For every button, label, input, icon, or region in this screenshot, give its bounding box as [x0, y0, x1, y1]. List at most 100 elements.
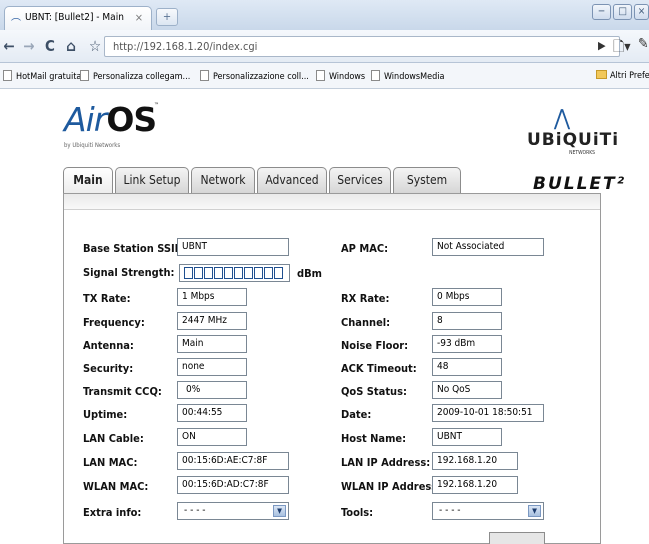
signal-bar — [184, 267, 193, 279]
ack-timeout-label: ACK Timeout: — [341, 362, 417, 375]
date-value: 2009-10-01 18:50:51 — [432, 404, 544, 422]
tab-services[interactable]: Services — [329, 167, 391, 193]
bottom-button-partial[interactable] — [489, 532, 545, 544]
go-arrow-icon[interactable]: ▶ — [598, 39, 606, 52]
ap-mac-value: Not Associated — [432, 238, 544, 256]
tab-advanced[interactable]: Advanced — [257, 167, 327, 193]
airos-logo: AirOS ™ by Ubiquiti Networks — [64, 100, 160, 150]
tab-main[interactable]: Main — [63, 167, 113, 194]
wlan-ip-label: WLAN IP Address: — [341, 480, 442, 493]
frequency-value: 2447 MHz — [177, 312, 247, 330]
ubiquiti-logo: ⋀ UBiQUiTi NETWORKS — [527, 106, 620, 157]
ubiquiti-logo-sub: NETWORKS — [569, 150, 595, 156]
bookmark-windowsmedia[interactable]: WindowsMedia — [371, 70, 444, 82]
host-name-value: UBNT — [432, 428, 502, 446]
tab-link-setup[interactable]: Link Setup — [115, 167, 189, 193]
date-label: Date: — [341, 408, 372, 421]
tab-close-icon[interactable]: × — [135, 11, 143, 24]
page-icon — [316, 70, 325, 81]
bookmark-personalizzazione-coll[interactable]: Personalizzazione coll... — [200, 70, 309, 82]
transmit-ccq-value: 0% — [177, 381, 247, 399]
tab-title: UBNT: [Bullet2] - Main — [25, 12, 124, 23]
airos-logo-subtitle: by Ubiquiti Networks — [64, 142, 121, 149]
browser-tab[interactable]: ︵ UBNT: [Bullet2] - Main × — [4, 6, 152, 30]
signal-unit: dBm — [297, 267, 322, 280]
wlan-ip-value: 192.168.1.20 — [432, 476, 518, 494]
wlan-mac-value: 00:15:6D:AD:C7:8F — [177, 476, 289, 494]
signal-bar — [244, 267, 253, 279]
close-window-button[interactable]: × — [634, 4, 649, 20]
tab-system[interactable]: System — [393, 167, 461, 193]
signal-strength-label: Signal Strength: — [83, 266, 175, 279]
panel-header-strip — [64, 194, 600, 210]
minimize-button[interactable]: − — [592, 4, 611, 20]
ubnt-favicon-icon: ︵ — [11, 12, 21, 23]
antenna-icon: ⋀ — [553, 106, 571, 131]
page-icon — [3, 70, 12, 81]
lan-cable-label: LAN Cable: — [83, 432, 144, 445]
wrench-icon[interactable]: ✎ — [638, 36, 649, 52]
uptime-value: 00:44:55 — [177, 404, 247, 422]
tools-select[interactable]: - - - - ▼ — [432, 502, 544, 520]
url-text: http://192.168.1.20/index.cgi — [113, 40, 258, 53]
page-icon — [371, 70, 380, 81]
uptime-label: Uptime: — [83, 408, 128, 421]
lan-ip-label: LAN IP Address: — [341, 456, 431, 469]
noise-floor-value: -93 dBm — [432, 335, 502, 353]
page-icon — [200, 70, 209, 81]
tab-network[interactable]: Network — [191, 167, 255, 193]
signal-bar — [234, 267, 243, 279]
lan-mac-label: LAN MAC: — [83, 456, 138, 469]
tools-selected: - - - - — [439, 505, 461, 516]
antenna-label: Antenna: — [83, 339, 134, 352]
folder-icon — [596, 70, 607, 79]
bookmark-windows[interactable]: Windows — [316, 70, 365, 82]
tx-rate-label: TX Rate: — [83, 292, 131, 305]
lan-ip-value: 192.168.1.20 — [432, 452, 518, 470]
address-bar[interactable]: http://192.168.1.20/index.cgi — [104, 36, 620, 57]
other-bookmarks-folder[interactable]: Altri Prefe — [596, 70, 649, 81]
frequency-label: Frequency: — [83, 316, 145, 329]
antenna-value: Main — [177, 335, 247, 353]
back-arrow-icon[interactable]: ← — [0, 37, 18, 55]
bookmark-personalizza-collegam[interactable]: Personalizza collegam... — [80, 70, 190, 82]
host-name-label: Host Name: — [341, 432, 407, 445]
qos-status-label: QoS Status: — [341, 385, 407, 398]
signal-bar — [204, 267, 213, 279]
bookmark-hotmail[interactable]: HotMail gratuita — [3, 70, 81, 82]
rx-rate-value: 0 Mbps — [432, 288, 502, 306]
qos-status-value: No QoS — [432, 381, 502, 399]
tools-label: Tools: — [341, 506, 374, 519]
reload-icon[interactable]: C — [41, 37, 59, 55]
tx-rate-value: 1 Mbps — [177, 288, 247, 306]
extra-info-label: Extra info: — [83, 506, 142, 519]
bullet-product-logo: BULLET² — [533, 174, 627, 194]
security-value: none — [177, 358, 247, 376]
signal-bar — [224, 267, 233, 279]
new-tab-button[interactable]: + — [156, 8, 178, 26]
trademark-symbol: ™ — [154, 102, 160, 109]
page-icon — [80, 70, 89, 81]
lan-cable-value: ON — [177, 428, 247, 446]
wlan-mac-label: WLAN MAC: — [83, 480, 149, 493]
extra-info-selected: - - - - — [184, 505, 206, 516]
page-menu-icon[interactable]: 🗋▾ — [613, 36, 631, 60]
chevron-down-icon[interactable]: ▼ — [528, 505, 541, 517]
signal-bar — [214, 267, 223, 279]
bookmark-star-icon[interactable]: ☆ — [86, 37, 104, 55]
browser-titlebar: ︵ UBNT: [Bullet2] - Main × + − □ × — [0, 0, 649, 30]
home-icon[interactable]: ⌂ — [62, 37, 80, 55]
extra-info-select[interactable]: - - - - ▼ — [177, 502, 289, 520]
airos-logo-air: Air — [64, 100, 107, 139]
lan-mac-value: 00:15:6D:AE:C7:8F — [177, 452, 289, 470]
bookmarks-bar: HotMail gratuita Personalizza collegam..… — [0, 63, 649, 89]
base-station-ssid-label: Base Station SSID: — [83, 242, 187, 255]
ubiquiti-logo-name: UBiQUiTi — [527, 130, 620, 150]
noise-floor-label: Noise Floor: — [341, 339, 409, 352]
base-station-ssid-value: UBNT — [177, 238, 289, 256]
chevron-down-icon[interactable]: ▼ — [273, 505, 286, 517]
channel-label: Channel: — [341, 316, 391, 329]
signal-bar — [254, 267, 263, 279]
forward-arrow-icon[interactable]: → — [20, 37, 38, 55]
maximize-button[interactable]: □ — [613, 4, 632, 20]
